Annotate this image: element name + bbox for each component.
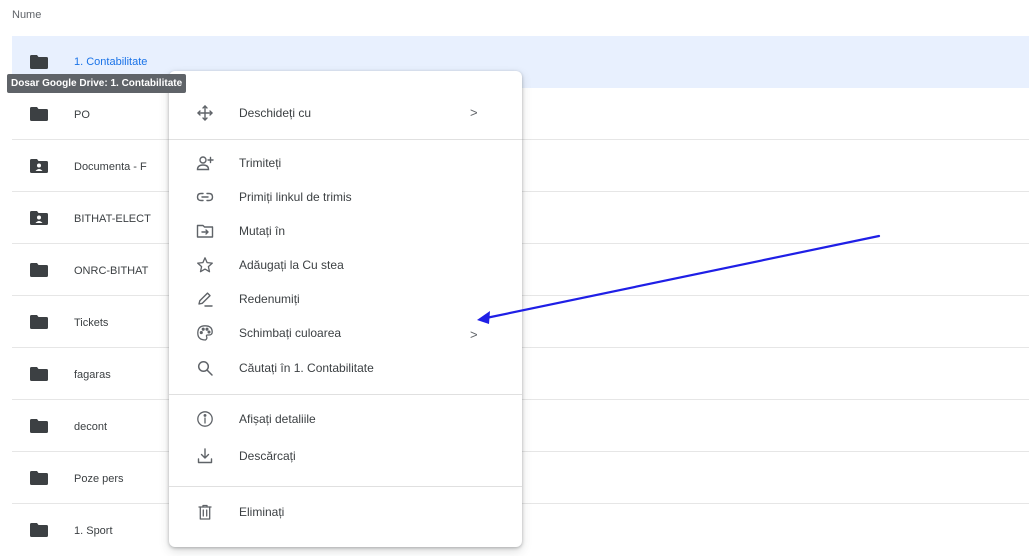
annotation-arrowhead [477,311,490,324]
annotation-arrow [477,234,881,324]
annotation-arrow-line [484,234,881,320]
